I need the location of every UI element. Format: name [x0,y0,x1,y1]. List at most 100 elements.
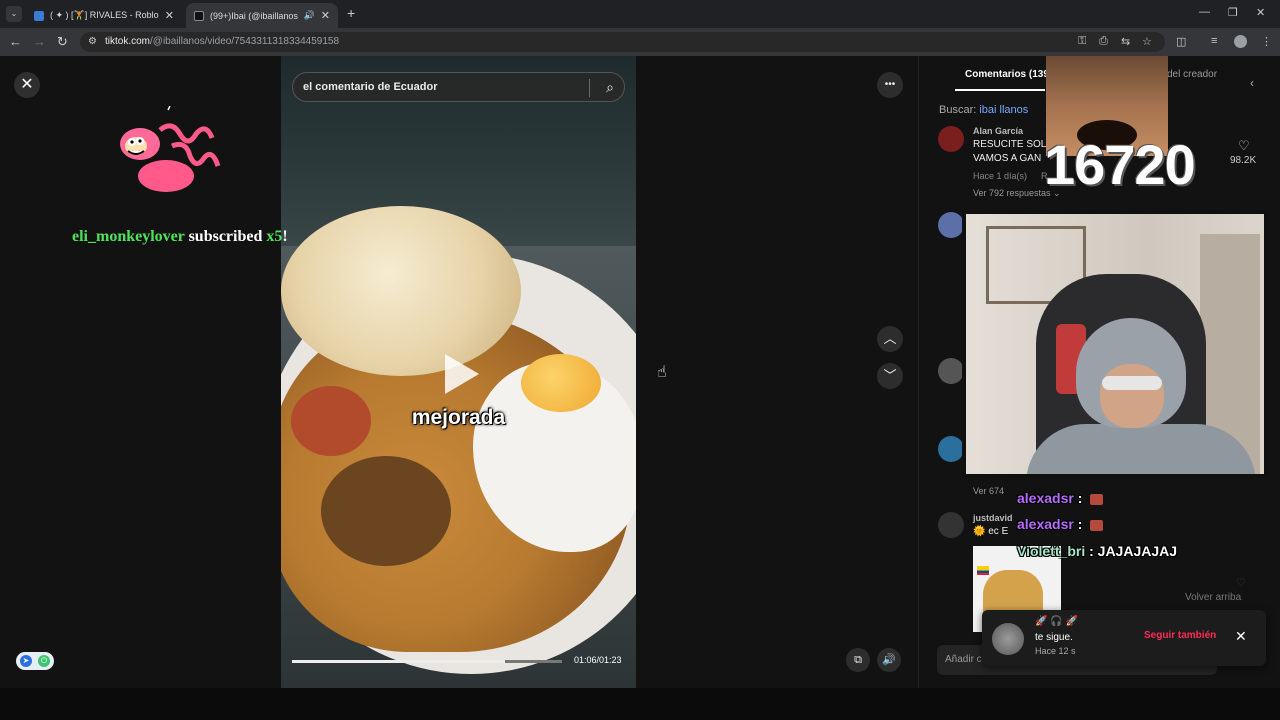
notification-time: Hace 12 s [1035,646,1076,656]
chevron-left-icon[interactable]: ‹ [1250,76,1254,90]
new-tab-button[interactable]: + [347,5,355,21]
video-caption: mejorada [411,406,506,429]
chat-message: alexadsr : [1017,516,1104,532]
hoodie-body-shape [1026,424,1256,474]
url-host: tiktok.com [105,36,151,47]
previous-video-button[interactable]: ︿ [877,326,903,352]
chat-text: JAJAJAJAJ [1097,543,1178,559]
tab-creator-videos[interactable]: del creador [1167,69,1217,80]
close-icon[interactable]: ✕ [1235,628,1247,645]
search-term: ibai llanos [979,104,1029,116]
egg-yolk-shape [521,354,601,412]
search-query: el comentario de Ecuador [303,81,438,93]
comment-author[interactable]: justdavid [973,513,1013,523]
next-video-button[interactable]: ﹀ [877,363,903,389]
search-icon[interactable]: ⌕ [606,79,614,96]
avatar[interactable] [938,212,964,238]
chat-message: alexadsr : [1017,490,1104,506]
browser-toolbar: ← → ↻ ⚙ tiktok.com/@ibaillanos/video/754… [0,28,1280,56]
streamer-face-shape [1100,364,1164,428]
comment-search-label[interactable]: Buscar: ibai llanos [939,104,1028,116]
translate-icon[interactable]: ⇆ [1121,35,1130,48]
comment-time: Hace 1 día(s) [973,171,1028,181]
chat-separator: : [1085,543,1098,559]
password-key-icon[interactable]: ⚿ [1078,35,1086,48]
meat-shape [321,456,451,566]
restore-icon[interactable]: ❐ [1228,6,1238,19]
cast-icon[interactable]: ⎙ [1099,35,1108,48]
heart-icon[interactable]: ♡ [1236,576,1246,589]
play-icon[interactable] [445,354,479,394]
send-icon: ➤ [20,655,32,667]
chat-separator: : [1073,516,1087,532]
extension-widget[interactable]: ➤ ⏻ [16,652,54,670]
video-search-bar[interactable]: el comentario de Ecuador ⌕ [292,72,625,102]
back-to-top-button[interactable]: Volver arriba [1185,592,1241,603]
bookmark-star-icon[interactable]: ☆ [1142,35,1152,48]
follow-back-button[interactable]: Seguir también [1144,630,1216,641]
close-tab-icon[interactable]: ✕ [321,9,330,22]
search-divider [589,79,590,97]
monkey-alert-icon [120,106,221,192]
close-tab-icon[interactable]: ✕ [165,9,174,22]
view-replies-button[interactable]: Ver 674 [973,486,1004,496]
more-options-button[interactable]: ••• [877,72,903,98]
reading-list-icon[interactable]: ≡ [1211,35,1217,47]
extensions-icon[interactable]: ◫ [1176,35,1186,48]
progress-fill [292,660,506,663]
tab-search-button[interactable]: ⌄ [6,6,22,22]
video-progress-bar[interactable] [292,660,562,663]
address-bar[interactable]: ⚙ tiktok.com/@ibaillanos/video/754331131… [80,32,1165,52]
mouse-cursor-icon: ☝ [657,364,667,381]
volume-button[interactable]: 🔊 [877,648,901,672]
forward-icon[interactable]: → [33,34,46,49]
avatar[interactable] [938,436,964,462]
video-time: 01:06/01:23 [574,655,622,665]
comment-author[interactable]: Alan García [973,126,1023,136]
alert-exclamation: ! [282,228,288,245]
close-window-icon[interactable]: ✕ [1256,6,1265,19]
profile-avatar[interactable] [1234,35,1247,48]
chat-separator: : [1073,490,1087,506]
subscription-alert: eli_monkeylover subscribed x5! [72,228,288,246]
avatar[interactable] [938,126,964,152]
close-video-button[interactable]: ✕ [14,72,40,98]
potato-shape [281,206,521,376]
tiktok-favicon-icon [194,10,204,21]
follow-notification: 🚀 🎧 🚀 te sigue. Hace 12 s Seguir también… [982,610,1266,666]
reload-icon[interactable]: ↻ [57,34,68,50]
heart-icon[interactable]: ♡ [1238,138,1250,154]
avatar[interactable] [992,623,1024,655]
avatar[interactable] [938,512,964,538]
chat-username: Violett_bri [1017,543,1086,559]
floating-player-button[interactable]: ⧉ [846,648,870,672]
site-info-icon[interactable]: ⚙ [88,32,97,52]
emote-icon [1090,493,1104,505]
tab-title: (99+)Ibai (@ibaillanos) ofici [210,10,298,21]
tiktok-video-page: ✕ el comentario de Ecuador ⌕ mejorada 01… [0,56,1280,688]
glasses-shape [1102,376,1162,390]
browser-menu-icon[interactable]: ⋮ [1261,35,1272,48]
tab-roblox[interactable]: ( ✦ ) [🏋] RIVALES - Roblox ✕ [26,3,182,28]
alert-text: subscribed [184,228,267,245]
avatar[interactable] [938,358,964,384]
stream-counter: 16720 [1044,133,1196,196]
tab-title: ( ✦ ) [🏋] RIVALES - Roblox [50,10,159,20]
power-icon: ⏻ [38,655,50,667]
emote-icon [1090,519,1104,531]
comment-text: RESUCITE SOL [973,139,1047,150]
tab-underline [955,89,1045,91]
notification-message: te sigue. [1035,632,1073,643]
tab-tiktok[interactable]: (99+)Ibai (@ibaillanos) ofici 🔊 ✕ [186,3,338,28]
minimize-icon[interactable]: — [1199,6,1210,18]
ecuador-flag-icon [977,566,989,575]
back-icon[interactable]: ← [9,34,22,49]
comment-text: VAMOS A GAN [973,153,1042,164]
alert-username: eli_monkeylover [72,228,185,245]
chat-message: Violett_bri : JAJAJAJAJ [1017,543,1177,559]
speaker-icon[interactable]: 🔊 [304,10,315,21]
streamer-webcam [962,210,1268,478]
chat-username: alexadsr [1017,516,1074,532]
tab-comments[interactable]: Comentarios (139 [965,69,1049,80]
chat-username: alexadsr [1017,490,1074,506]
